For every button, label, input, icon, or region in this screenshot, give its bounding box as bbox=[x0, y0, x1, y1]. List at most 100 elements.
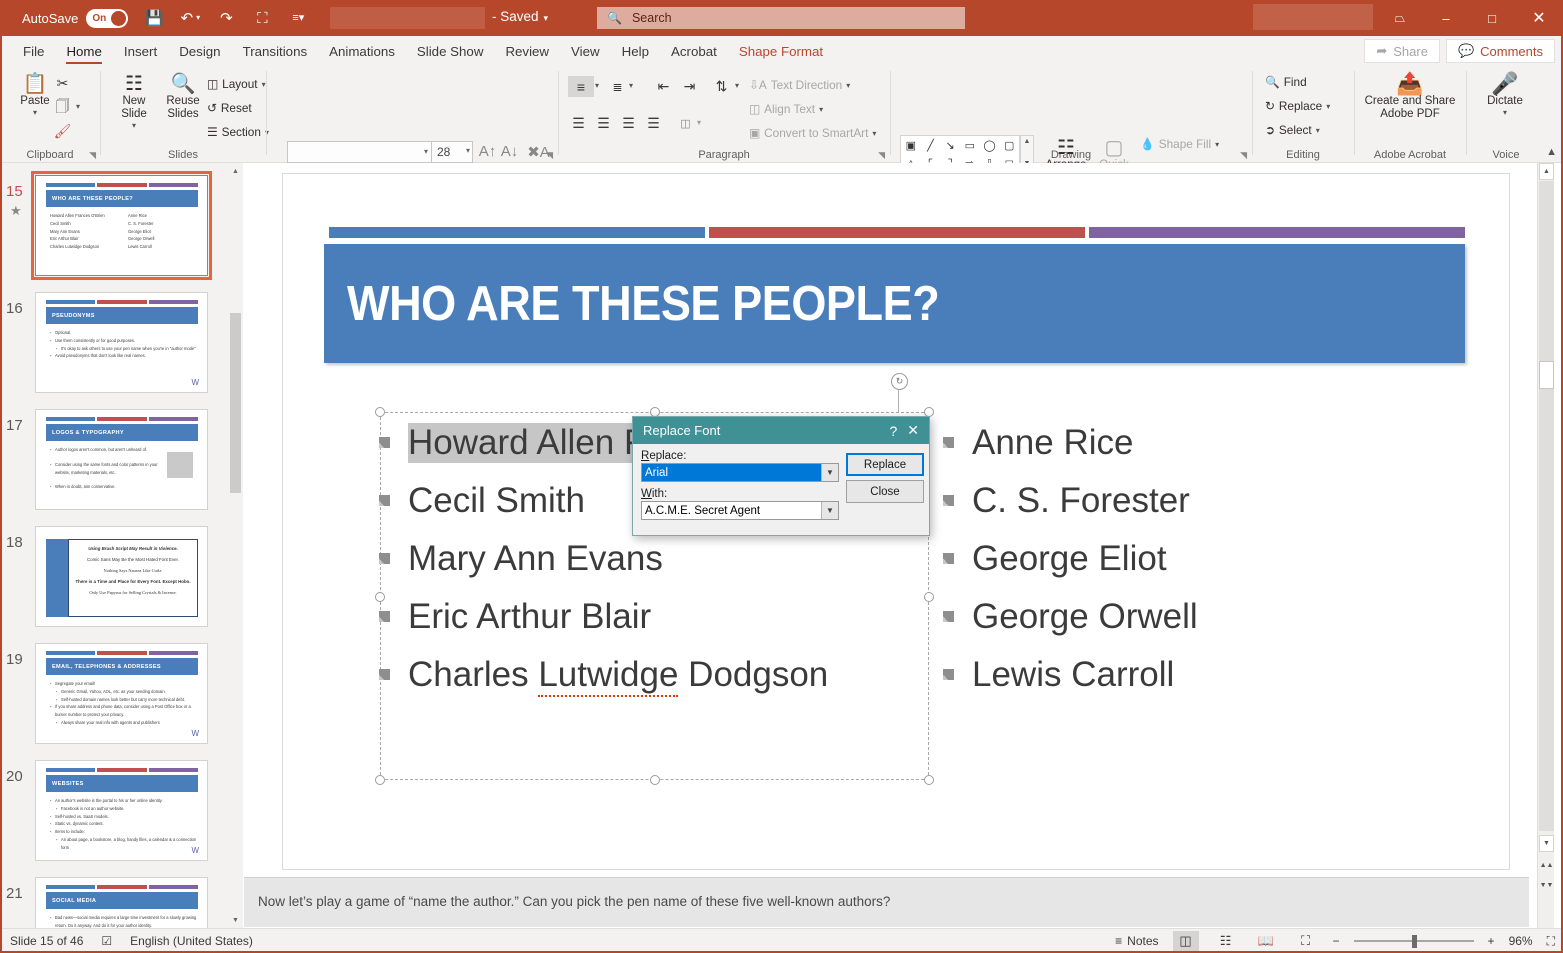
replace-combo-caret-icon[interactable]: ▼ bbox=[821, 464, 838, 481]
list-item[interactable]: Eric Arthur Blair bbox=[379, 597, 828, 655]
right-bullet-list[interactable]: Anne Rice C. S. Forester George Eliot Ge… bbox=[943, 423, 1198, 713]
tab-slide-show[interactable]: Slide Show bbox=[406, 44, 495, 65]
tab-acrobat[interactable]: Acrobat bbox=[660, 44, 728, 65]
zoom-out-button[interactable]: − bbox=[1333, 934, 1340, 948]
create-share-pdf-button[interactable]: 📤 Create and Share Adobe PDF bbox=[1360, 73, 1460, 121]
panel-scrollbar[interactable]: ▲ ▼ bbox=[228, 163, 243, 928]
fit-to-window-icon[interactable]: ⛶ bbox=[1547, 934, 1555, 949]
paragraph-dialog-launcher[interactable]: ◥ bbox=[878, 150, 885, 161]
align-right-button[interactable]: ☰ bbox=[618, 113, 639, 134]
share-button[interactable]: ➦ Share bbox=[1364, 39, 1440, 63]
shape-fill-button[interactable]: 💧 Shape Fill ▾ bbox=[1140, 137, 1219, 151]
drawing-dialog-launcher[interactable]: ◥ bbox=[1240, 150, 1247, 161]
thumbnail-image[interactable]: EMAIL, TELEPHONES & ADDRESSES Segregate … bbox=[35, 643, 208, 744]
comments-button[interactable]: 💬 Comments bbox=[1445, 39, 1555, 63]
panel-scrollbar-thumb[interactable] bbox=[230, 313, 241, 493]
shape-oval-icon[interactable]: ◯ bbox=[983, 139, 995, 152]
line-spacing-caret-icon[interactable]: ▾ bbox=[735, 81, 739, 90]
list-item[interactable]: Charles Lutwidge Dodgson bbox=[379, 655, 828, 713]
thumbnail-image[interactable]: PSEUDONYMS Optional. Use them consistent… bbox=[35, 292, 208, 393]
panel-scroll-down-icon[interactable]: ▼ bbox=[228, 912, 243, 928]
copy-icon[interactable]: 🗍 bbox=[52, 97, 73, 118]
list-item[interactable]: George Orwell bbox=[943, 597, 1198, 655]
collapse-ribbon-icon[interactable]: ▲ bbox=[1546, 146, 1557, 158]
tab-shape-format[interactable]: Shape Format bbox=[728, 44, 834, 65]
increase-font-size-button[interactable]: A↑ bbox=[477, 141, 498, 162]
line-spacing-button[interactable]: ⇅ bbox=[711, 76, 732, 97]
numbering-caret-icon[interactable]: ▾ bbox=[629, 81, 633, 90]
copy-caret-icon[interactable]: ▾ bbox=[76, 102, 80, 111]
align-text-button[interactable]: ◫ Align Text ▾ bbox=[749, 102, 823, 116]
account-area[interactable] bbox=[1253, 4, 1373, 30]
autosave-toggle[interactable]: On bbox=[86, 8, 129, 28]
font-name-input[interactable]: ▾ bbox=[287, 141, 432, 163]
resize-handle-bottom-center[interactable] bbox=[650, 775, 660, 785]
thumbnail-slide-15[interactable]: 15 ★ WHO ARE THESE PEOPLE? Howard Allen … bbox=[0, 171, 228, 285]
thumbnail-slide-20[interactable]: 20 WEBSITES An author's website is the p… bbox=[0, 760, 228, 870]
start-presentation-icon[interactable]: ⛶ bbox=[252, 5, 272, 31]
language-label[interactable]: English (United States) bbox=[130, 934, 253, 948]
reuse-slides-button[interactable]: 🔍 Reuse Slides bbox=[159, 73, 207, 121]
shape-scroll-up-icon[interactable]: ▲ bbox=[1024, 138, 1031, 145]
justify-button[interactable]: ☰ bbox=[643, 113, 664, 134]
normal-view-icon[interactable]: ◫ bbox=[1172, 931, 1199, 951]
replace-font-combo[interactable]: Arial ▼ bbox=[641, 463, 839, 482]
minimize-button[interactable]: – bbox=[1423, 0, 1469, 36]
with-font-combo[interactable]: A.C.M.E. Secret Agent ▼ bbox=[641, 501, 839, 520]
find-button[interactable]: 🔍 Find bbox=[1265, 75, 1307, 89]
thumbnail-image[interactable]: LOGOS & TYPOGRAPHY Author logos aren't c… bbox=[35, 409, 208, 510]
thumbnail-image[interactable]: SOCIAL MEDIA Bad news—social media requi… bbox=[35, 877, 208, 928]
new-slide-button[interactable]: ☷ New Slide ▾ bbox=[110, 73, 158, 131]
notes-pane[interactable]: Now let’s play a game of “name the autho… bbox=[244, 877, 1529, 927]
resize-handle-top-left[interactable] bbox=[375, 407, 385, 417]
thumbnail-slide-18[interactable]: 18 Using Brush Script May Result in Viol… bbox=[0, 526, 228, 636]
layout-button[interactable]: ◫ Layout ▾ bbox=[207, 77, 266, 91]
with-combo-caret-icon[interactable]: ▼ bbox=[821, 502, 838, 519]
thumbnail-image[interactable]: WHO ARE THESE PEOPLE? Howard Allen Franc… bbox=[31, 171, 212, 280]
resize-handle-bottom-left[interactable] bbox=[375, 775, 385, 785]
ribbon-display-options-icon[interactable]: ⏢ bbox=[1377, 0, 1423, 36]
shape-textbox-icon[interactable]: ▣ bbox=[906, 139, 916, 152]
increase-indent-button[interactable]: ⇥ bbox=[679, 76, 700, 97]
dictate-button[interactable]: 🎤 Dictate ▾ bbox=[1475, 73, 1535, 118]
bullets-button[interactable]: ≡ bbox=[568, 76, 594, 97]
section-button[interactable]: ☰ Section ▾ bbox=[207, 125, 269, 139]
decrease-indent-button[interactable]: ⇤ bbox=[653, 76, 674, 97]
scroll-up-icon[interactable]: ▲ bbox=[1539, 163, 1554, 180]
undo-icon[interactable]: ↶ ▾ bbox=[180, 5, 201, 31]
main-vertical-scrollbar[interactable]: ▲ ▼ ▲▲ ▼▼ bbox=[1537, 163, 1554, 928]
scroll-down-icon[interactable]: ▼ bbox=[1539, 835, 1554, 852]
convert-to-smartart-button[interactable]: ▣ Convert to SmartArt ▾ bbox=[749, 126, 876, 140]
zoom-slider[interactable] bbox=[1353, 934, 1474, 948]
reading-view-icon[interactable]: 📖 bbox=[1253, 931, 1279, 951]
clear-formatting-button[interactable]: ✖A bbox=[527, 141, 550, 162]
slide-thumbnail-panel[interactable]: 15 ★ WHO ARE THESE PEOPLE? Howard Allen … bbox=[0, 163, 228, 928]
list-item[interactable]: Anne Rice bbox=[943, 423, 1198, 481]
customize-quick-access-icon[interactable]: ≡▾ bbox=[288, 5, 308, 31]
dialog-close-button[interactable]: Close bbox=[846, 480, 924, 503]
close-button[interactable]: ✕ bbox=[1515, 0, 1563, 36]
bullets-caret-icon[interactable]: ▾ bbox=[595, 81, 599, 90]
shape-rectangle-icon[interactable]: ▭ bbox=[965, 139, 975, 152]
list-item[interactable]: Mary Ann Evans bbox=[379, 539, 828, 597]
align-center-button[interactable]: ☰ bbox=[593, 113, 614, 134]
align-left-button[interactable]: ☰ bbox=[568, 113, 589, 134]
shape-arrow-icon[interactable]: ↘ bbox=[946, 139, 955, 152]
next-slide-icon[interactable]: ▼▼ bbox=[1539, 877, 1554, 894]
tab-help[interactable]: Help bbox=[611, 44, 660, 65]
panel-scroll-up-icon[interactable]: ▲ bbox=[228, 163, 243, 179]
slide-show-icon[interactable]: ⛶ bbox=[1293, 931, 1319, 951]
columns-button[interactable]: ◫ bbox=[675, 113, 696, 134]
select-button[interactable]: ➲ Select ▾ bbox=[1265, 123, 1320, 137]
accessibility-checker-icon[interactable]: ☑ bbox=[101, 934, 112, 948]
tab-review[interactable]: Review bbox=[494, 44, 560, 65]
decrease-font-size-button[interactable]: A↓ bbox=[499, 141, 520, 162]
numbering-button[interactable]: ≣ bbox=[607, 76, 628, 97]
thumbnail-slide-16[interactable]: 16 PSEUDONYMS Optional. Use them consist… bbox=[0, 292, 228, 402]
slide-title-placeholder[interactable]: WHO ARE THESE PEOPLE? bbox=[324, 244, 1465, 363]
thumbnail-slide-19[interactable]: 19 EMAIL, TELEPHONES & ADDRESSES Segrega… bbox=[0, 643, 228, 753]
clipboard-dialog-launcher[interactable]: ◥ bbox=[89, 150, 96, 161]
thumbnail-image[interactable]: Using Brush Script May Result in Violenc… bbox=[35, 526, 208, 627]
redo-icon[interactable]: ↷ bbox=[216, 5, 236, 31]
shape-rounded-rect-icon[interactable]: ▢ bbox=[1004, 139, 1014, 152]
